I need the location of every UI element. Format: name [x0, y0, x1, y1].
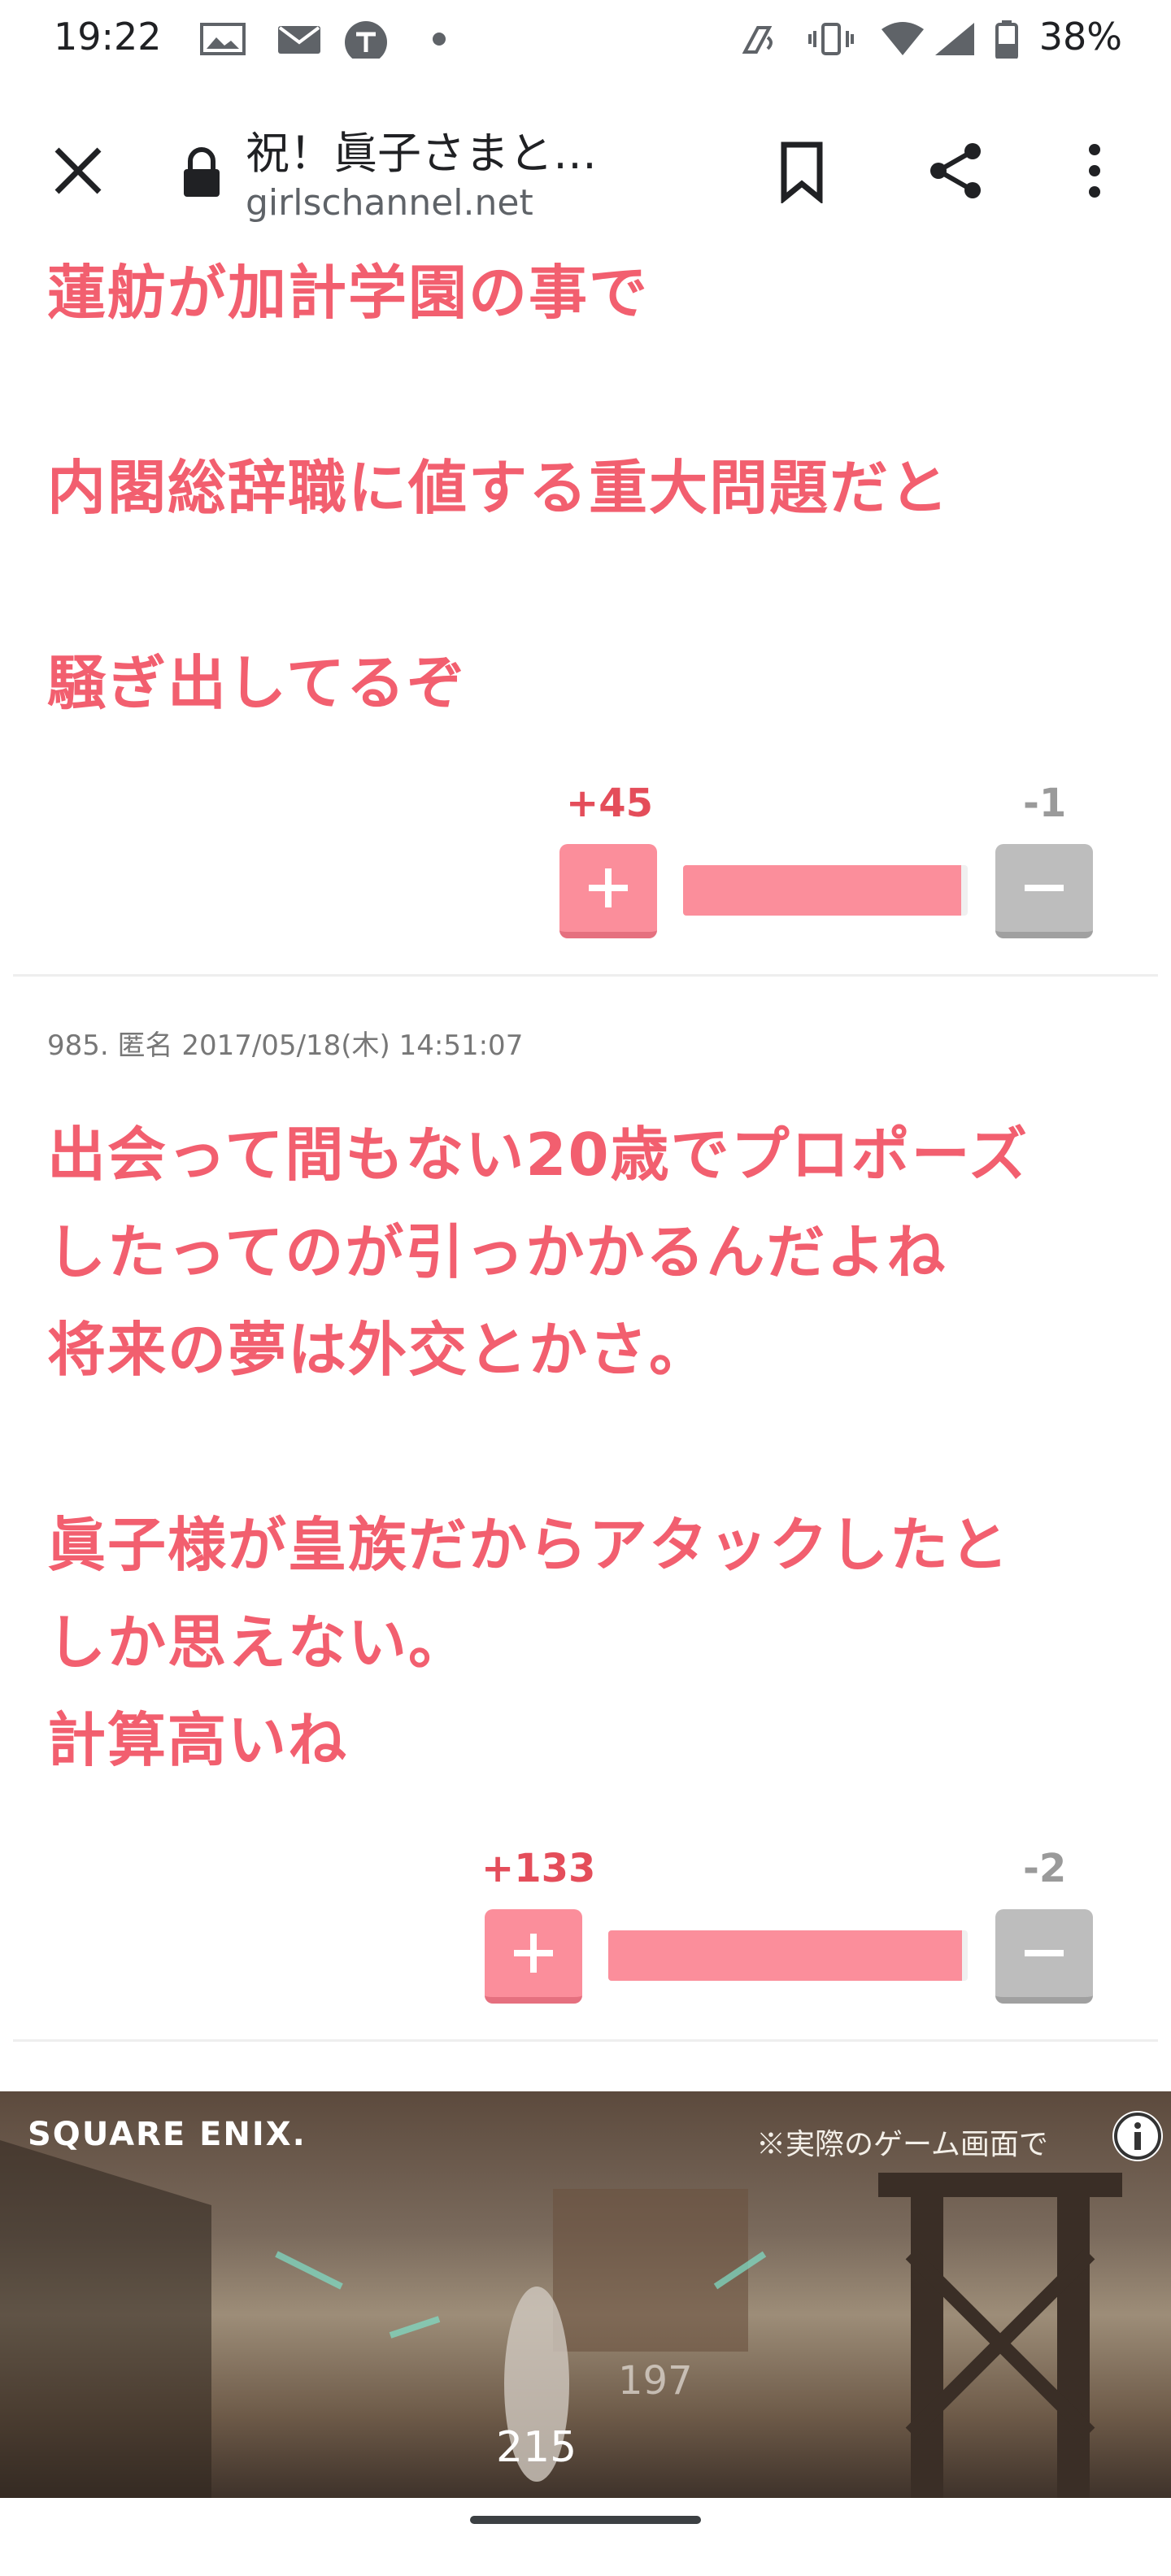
comment-body: 蓮舫が加計学園の事で 内閣総辞職に値する重大問題だと 騒ぎ出してるぞ — [47, 259, 951, 717]
close-icon[interactable] — [46, 138, 111, 203]
ad-number: 215 — [496, 2423, 577, 2472]
system-nav-bar — [0, 2498, 1171, 2576]
comment-divider — [13, 2039, 1158, 2042]
comment-divider — [13, 974, 1158, 977]
ad-number: 197 — [618, 2358, 693, 2404]
status-bar: 19:22 38% — [0, 0, 1171, 81]
wifi-icon — [882, 22, 924, 55]
lock-icon — [184, 147, 220, 197]
dot-icon — [433, 33, 446, 46]
minus-icon — [1025, 885, 1064, 891]
plus-count: +133 — [481, 1846, 596, 1891]
vote-ratio-fill — [608, 1930, 963, 1981]
info-icon[interactable] — [1112, 2111, 1163, 2161]
plus-vote-button[interactable] — [485, 1909, 582, 2004]
comment-body: 出会って間もない20歳でプロポーズ したってのが引っかかるんだよね 将来の夢は外… — [47, 1120, 1029, 1774]
page-title[interactable]: 祝！眞子さまと… — [246, 117, 597, 181]
vote-ratio-bar — [608, 1930, 968, 1981]
battery-icon — [995, 20, 1018, 59]
status-time: 19:22 — [54, 15, 162, 59]
minus-count: -2 — [1023, 1846, 1067, 1891]
minus-vote-button[interactable] — [995, 1909, 1093, 2004]
minus-count: -1 — [1023, 781, 1067, 826]
plus-icon — [514, 1934, 553, 1973]
comment-meta: 985. 匿名 2017/05/18(木) 14:51:07 — [47, 1029, 524, 1062]
battery-percent: 38% — [1038, 15, 1122, 59]
ad-caption: ※実際のゲーム画面で — [756, 2128, 1048, 2161]
page-url[interactable]: girlschannel.net — [246, 182, 533, 224]
home-gesture-handle[interactable] — [470, 2516, 701, 2524]
nfc-icon — [742, 26, 773, 54]
minus-icon — [1025, 1950, 1064, 1956]
plus-vote-button[interactable] — [559, 844, 657, 938]
browser-toolbar: 祝！眞子さまと… girlschannel.net — [0, 81, 1171, 261]
vote-ratio-bar — [683, 865, 968, 916]
ad-logo: SQUARE ENIX. — [28, 2116, 307, 2153]
plus-icon — [589, 868, 628, 907]
share-icon[interactable] — [924, 138, 989, 203]
signal-icon — [935, 23, 974, 55]
mail-icon — [278, 26, 320, 54]
page-content: 蓮舫が加計学園の事で 内閣総辞職に値する重大問題だと 騒ぎ出してるぞ +45 -… — [0, 259, 1171, 2498]
vote-ratio-fill — [683, 865, 962, 916]
bookmark-icon[interactable] — [769, 138, 834, 203]
minus-vote-button[interactable] — [995, 844, 1093, 938]
more-icon[interactable] — [1070, 138, 1119, 203]
ad-banner[interactable]: SQUARE ENIX. ※実際のゲーム画面で 197 215 — [0, 2091, 1171, 2498]
image-icon — [200, 23, 246, 55]
app-icon — [345, 21, 387, 59]
vibrate-icon — [808, 23, 854, 55]
plus-count: +45 — [566, 781, 654, 826]
